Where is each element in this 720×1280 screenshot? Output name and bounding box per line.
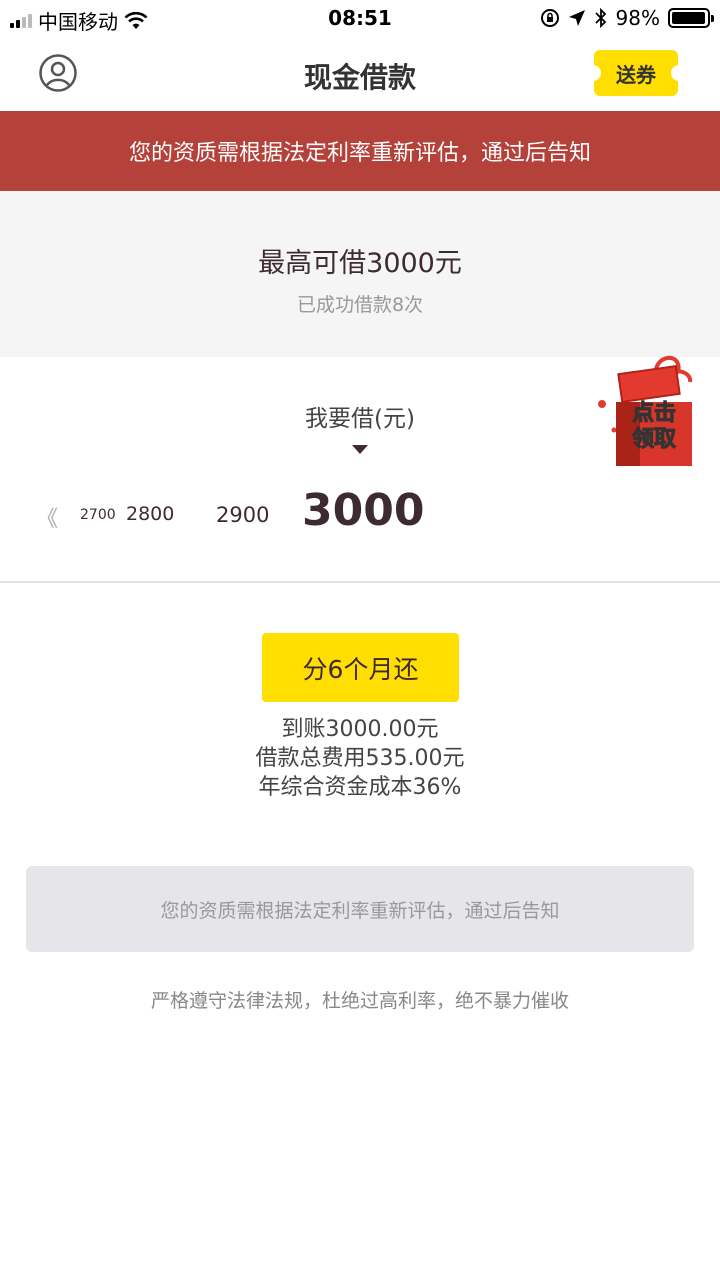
- repayment-plan-button[interactable]: 分6个月还: [262, 633, 459, 702]
- orientation-lock-icon: [540, 9, 559, 27]
- total-fee: 借款总费用535.00元: [255, 746, 465, 771]
- footer-note: 严格遵守法律法规，杜绝过高利率，绝不暴力催收: [150, 990, 569, 1012]
- received-amount: 到账3000.00元: [281, 717, 439, 742]
- amount-ruler[interactable]: 《 2700 2800 2900 3000: [0, 485, 720, 545]
- loan-details: 到账3000.00元 借款总费用535.00元 年综合资金成本36%: [0, 715, 720, 802]
- max-loan-amount: 最高可借3000元: [258, 248, 462, 279]
- amount-option[interactable]: 2900: [216, 503, 269, 527]
- amount-option[interactable]: 2700: [80, 507, 116, 523]
- loan-count: 已成功借款8次: [296, 294, 424, 316]
- battery-icon: [668, 8, 714, 28]
- credit-summary: 最高可借3000元 已成功借款8次: [0, 191, 720, 357]
- battery-fill: [672, 12, 706, 24]
- location-icon: [568, 10, 585, 26]
- nav-bar: 现金借款 送券: [0, 38, 720, 110]
- bluetooth-icon: [594, 8, 606, 28]
- status-right: 98%: [540, 6, 714, 30]
- alert-banner: 您的资质需根据法定利率重新评估，通过后告知: [0, 111, 720, 191]
- notice-box: 您的资质需根据法定利率重新评估，通过后告知: [26, 866, 694, 952]
- annual-rate: 年综合资金成本36%: [258, 775, 462, 800]
- amount-option[interactable]: 2800: [126, 503, 174, 525]
- selector-pointer-icon: [352, 445, 368, 454]
- gift-text-line2: 领取: [632, 426, 676, 452]
- coupon-button[interactable]: 送券: [593, 50, 679, 96]
- chevron-left-icon[interactable]: 《: [36, 501, 58, 533]
- status-bar: 中国移动 08:51 98%: [0, 0, 720, 38]
- gift-box-icon[interactable]: 点击 领取: [594, 352, 704, 472]
- selected-amount[interactable]: 3000: [302, 485, 424, 536]
- battery-percent: 98%: [615, 6, 660, 30]
- gift-text-line1: 点击: [632, 400, 676, 426]
